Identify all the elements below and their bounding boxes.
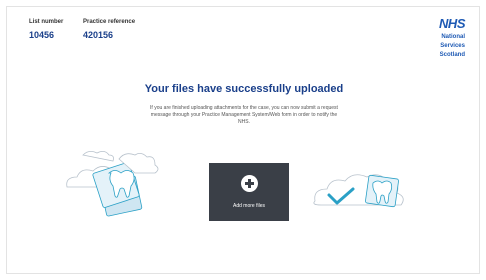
plus-circle-icon: [240, 175, 258, 192]
add-more-files-button[interactable]: Add more files: [209, 163, 289, 221]
tooth-documents-illustration: [63, 149, 173, 224]
add-more-files-label: Add more files: [233, 203, 265, 209]
practice-reference-label: Practice reference: [83, 19, 136, 25]
nhs-logo-line1: National: [441, 34, 465, 40]
nhs-logo: NHS National Services Scotland: [419, 15, 465, 59]
upload-success-panel: List number 10456 Practice reference 420…: [6, 6, 480, 274]
instruction-message: If you are finished uploading attachment…: [150, 105, 338, 125]
page-title: Your files have successfully uploaded: [144, 83, 344, 95]
list-number-label: List number: [29, 19, 64, 25]
practice-reference: Practice reference 420156: [83, 19, 135, 40]
nhs-logo-wordmark: NHS: [439, 16, 465, 31]
upload-complete-illustration: [313, 167, 423, 232]
list-number-value: 10456: [29, 30, 55, 40]
nhs-logo-line2: Services: [440, 43, 465, 49]
list-number: List number 10456: [29, 19, 63, 40]
practice-reference-value: 420156: [83, 30, 114, 40]
nhs-logo-line3: Scotland: [439, 52, 465, 58]
